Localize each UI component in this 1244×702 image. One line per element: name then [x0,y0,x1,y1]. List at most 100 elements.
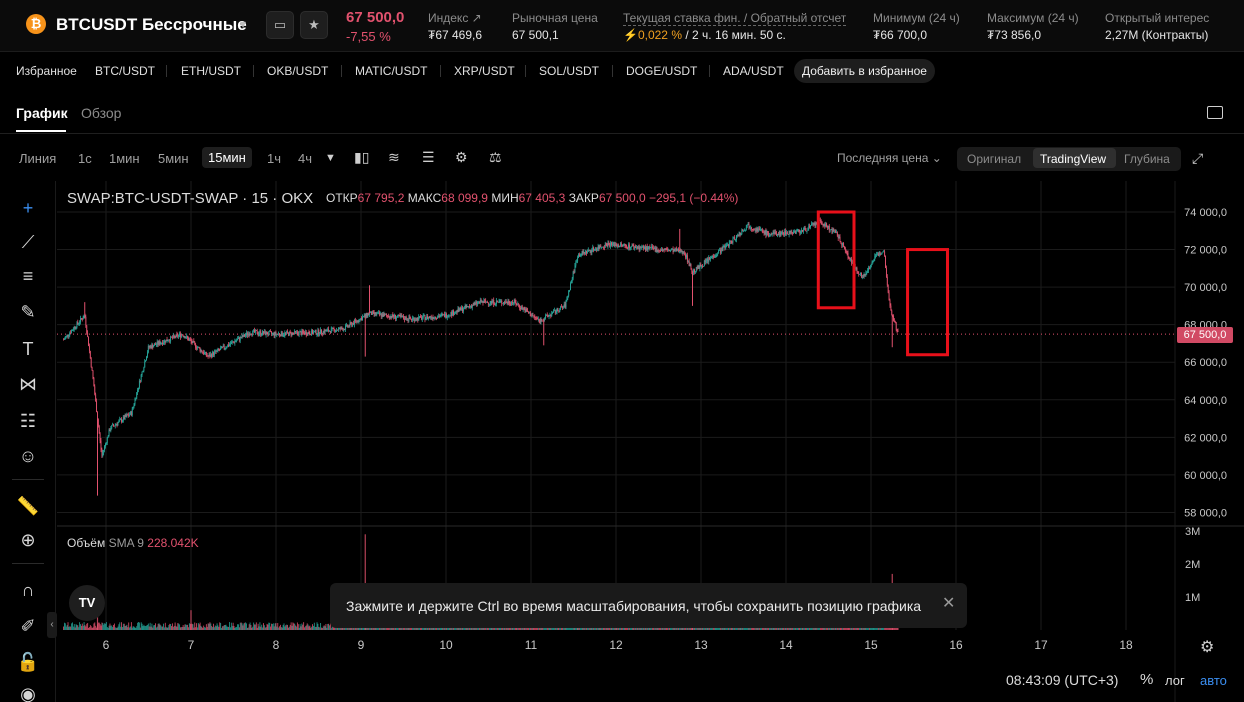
view-original[interactable]: Оригинал [967,152,1021,166]
candle-body [857,271,859,274]
view-depth[interactable]: Глубина [1124,152,1170,166]
candle-body [606,244,608,247]
chart-symbol-legend: SWAP:BTC-USDT-SWAP · 15 · OKX [67,190,314,207]
zoom-in-icon[interactable]: ⊕ [15,527,41,553]
volume-bar [191,623,193,630]
horizontal-lines-icon[interactable]: ≡ [15,263,41,289]
tf-15min[interactable]: 15мин [202,147,252,168]
index-label[interactable]: Индекс ↗ [428,11,482,25]
indicators-icon[interactable]: ≋ [388,149,400,166]
fav-xrp-usdt[interactable]: XRP/USDT [454,64,515,78]
tf-1s[interactable]: 1с [78,151,92,166]
volume-bar [321,627,322,630]
volume-bar [167,627,169,630]
symbol-title[interactable]: BTCUSDT Бессрочные [56,15,247,35]
candle-body [308,332,310,334]
candle-body [736,235,737,240]
candle-body [363,314,365,317]
fav-matic-usdt[interactable]: MATIC/USDT [355,64,427,78]
close-icon[interactable]: ✕ [942,593,955,613]
fav-sol-usdt[interactable]: SOL/USDT [539,64,599,78]
tf-1min[interactable]: 1мин [109,151,140,166]
volume-bar [214,625,216,630]
candle-body [358,321,360,323]
volume-bar [145,626,147,630]
scales-icon[interactable]: ⚖ [489,149,502,166]
chevron-down-icon[interactable]: ▼ [325,152,336,164]
tab-overview[interactable]: Обзор [81,105,121,121]
tf-5min[interactable]: 5мин [158,151,189,166]
log-scale-button[interactable]: лог [1165,673,1185,688]
emoji-icon[interactable]: ☺ [15,443,41,469]
candle-body [777,234,778,236]
candle-body [637,246,639,249]
candle-body [342,328,344,331]
high-24h-label: Максимум (24 ч) [987,11,1079,25]
eye-icon[interactable]: ◉ [15,681,41,702]
candle-body [823,224,825,226]
volume-bar [112,627,114,630]
add-to-favorites-button[interactable]: Добавить в избранное [794,59,935,83]
crosshair-icon[interactable]: + [15,195,41,221]
candle-body [792,233,794,235]
fav-doge-usdt[interactable]: DOGE/USDT [626,64,697,78]
tradingview-logo[interactable]: TV [69,585,105,621]
pattern-icon[interactable]: ⋈ [15,371,41,397]
book-icon[interactable]: ▭ [266,11,294,39]
star-icon[interactable]: ★ [300,11,328,39]
fav-btc-usdt[interactable]: BTC/USDT [95,64,155,78]
volume-bar [297,624,299,630]
collapse-toolbar-button[interactable]: ‹ [47,612,57,638]
volume-bar [159,624,161,630]
fav-eth-usdt[interactable]: ETH/USDT [181,64,241,78]
text-icon[interactable]: T [15,336,41,362]
trendline-icon[interactable]: ⟋ [15,229,41,255]
funding-rate-label[interactable]: Текущая ставка фин. / Обратный отсчет [623,11,847,26]
brush-icon[interactable]: ✎ [15,299,41,325]
percent-scale-button[interactable]: % [1140,671,1153,688]
candle-body [758,228,760,231]
candle-body [450,312,452,316]
volume-value: 228.042K [147,536,199,550]
window-toggle-icon[interactable] [1207,106,1223,119]
fib-icon[interactable]: ☷ [15,408,41,434]
tab-chart[interactable]: График [16,105,68,121]
volume-bar [180,627,182,630]
expand-icon[interactable]: ⤢ [1192,150,1203,167]
fav-ada-usdt[interactable]: ADA/USDT [723,64,784,78]
auto-scale-button[interactable]: авто [1200,673,1227,688]
lock-icon[interactable]: 🔓 [15,649,41,675]
candle-body [84,315,86,317]
candles-icon[interactable]: ▮▯ [354,149,369,166]
candle-body [582,251,584,254]
tf-line[interactable]: Линия [19,151,56,166]
candle-body [304,331,306,335]
magnet-icon[interactable]: ∩ [15,577,41,603]
price-type-select[interactable]: Последняя цена ⌄ [837,151,942,165]
tf-4h[interactable]: 4ч [298,151,312,166]
view-tradingview[interactable]: TradingView [1040,152,1106,166]
candle-body [684,252,686,255]
candle-body [683,252,685,254]
candle-body [311,330,313,335]
candle-body [665,248,667,250]
external-link-icon[interactable]: ↗ [472,11,482,25]
gear-icon[interactable]: ⚙ [455,149,468,166]
list-icon[interactable]: ☰ [422,149,435,166]
candle-body [690,264,692,270]
x-tick-label: 10 [439,638,453,652]
divider [440,65,441,77]
volume-bar [141,623,143,630]
candle-body [693,269,695,273]
chevron-down-icon[interactable]: ▾ [240,17,246,31]
volume-bar [616,627,618,630]
candle-body [740,233,742,235]
ruler-icon[interactable]: 📏 [15,493,41,519]
tf-1h[interactable]: 1ч [267,151,281,166]
gear-icon[interactable]: ⚙ [1200,637,1214,657]
fav-okb-usdt[interactable]: OKB/USDT [267,64,328,78]
candle-body [472,305,474,306]
pencil-lock-icon[interactable]: ✐ [15,613,41,639]
clock[interactable]: 08:43:09 (UTC+3) [1006,672,1118,688]
volume-bar [770,627,772,630]
